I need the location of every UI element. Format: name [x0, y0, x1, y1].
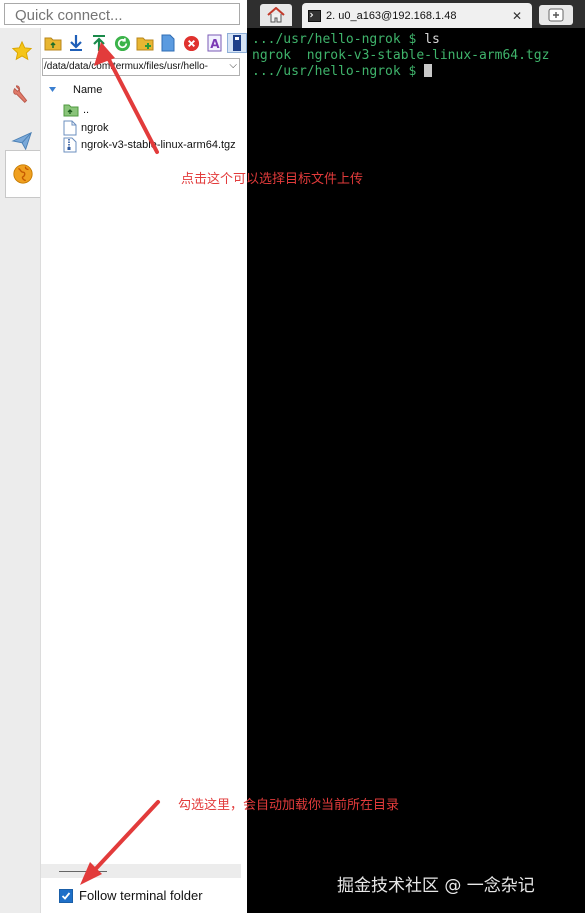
watermark: 掘金技术社区 @ 一念杂记: [337, 876, 535, 896]
tab-title: 2. u0_a163@192.168.1.48: [326, 9, 457, 22]
terminal-line: ngrok ngrok-v3-stable-linux-arm64.tgz: [252, 48, 549, 64]
sftp-toolbar: A: [41, 28, 248, 58]
follow-terminal-folder-label: Follow terminal folder: [79, 888, 203, 903]
terminal-output-text: ngrok ngrok-v3-stable-linux-arm64.tgz: [252, 48, 550, 63]
rename-button[interactable]: A: [204, 33, 224, 53]
download-button[interactable]: [66, 33, 86, 53]
file-icon: [63, 120, 77, 136]
remote-path-field[interactable]: /data/data/com.termux/files/usr/hello- ⌵: [42, 58, 240, 76]
follow-hint-annotation: 勾选这里，会自动加载你当前所在目录: [178, 798, 400, 813]
column-header-name[interactable]: Name: [49, 84, 103, 96]
remote-path-text: /data/data/com.termux/files/usr/hello-: [44, 61, 208, 72]
close-icon[interactable]: ✕: [512, 9, 522, 23]
file-row[interactable]: ngrok-v3-stable-linux-arm64.tgz: [63, 137, 236, 153]
chevron-down-icon[interactable]: ⌵: [229, 60, 237, 71]
upload-icon: [93, 35, 105, 51]
new-file-button[interactable]: [158, 33, 178, 53]
file-row[interactable]: ngrok: [63, 120, 109, 136]
delete-button[interactable]: [181, 33, 201, 53]
new-tab-button[interactable]: [539, 5, 573, 25]
paper-plane-icon: [11, 131, 32, 151]
star-icon: [11, 40, 33, 61]
sidebar-tab-tools[interactable]: [5, 74, 39, 116]
parent-folder-icon: [63, 104, 79, 117]
sftp-panel: A /data/data/com.termux/files/usr/hello-…: [40, 28, 248, 913]
rename-icon: A: [207, 34, 221, 52]
file-name: ngrok-v3-stable-linux-arm64.tgz: [81, 139, 236, 151]
file-name: ngrok: [81, 122, 109, 134]
sidebar-tab-sessions[interactable]: [5, 30, 39, 72]
terminal-icon: [233, 35, 241, 51]
terminal-command: ls: [424, 32, 440, 47]
terminal-line: .../usr/hello-ngrok $ ls: [252, 32, 440, 48]
new-file-icon: [161, 34, 175, 52]
home-tab-button[interactable]: [260, 4, 292, 26]
terminal-prompt: .../usr/hello-ngrok $: [252, 32, 425, 47]
home-icon: [267, 7, 285, 23]
quick-connect-input[interactable]: [4, 3, 240, 25]
sort-down-icon: [49, 87, 56, 92]
checkmark-icon: [59, 888, 73, 903]
open-terminal-button[interactable]: [227, 33, 247, 53]
terminal-cursor: [424, 64, 433, 77]
terminal-line: .../usr/hello-ngrok $: [252, 64, 433, 80]
globe-icon: [13, 164, 33, 184]
new-tab-icon: [548, 8, 564, 22]
file-row[interactable]: ..: [63, 102, 89, 118]
terminal-output[interactable]: .../usr/hello-ngrok $ ls ngrok ngrok-v3-…: [247, 28, 585, 913]
terminal-tab-bar: 2. u0_a163@192.168.1.48 ✕: [247, 0, 585, 28]
file-name: ..: [83, 104, 90, 116]
new-folder-button[interactable]: [135, 33, 155, 53]
sidebar-tab-sftp[interactable]: [5, 150, 40, 198]
column-header-label: Name: [73, 84, 103, 96]
tab-session-2[interactable]: 2. u0_a163@192.168.1.48 ✕: [302, 3, 532, 28]
refresh-button[interactable]: [112, 33, 132, 53]
upload-folder-button[interactable]: [43, 33, 63, 53]
svg-text:A: A: [210, 37, 220, 51]
splitter-grip: [59, 871, 107, 872]
follow-terminal-folder-checkbox[interactable]: Follow terminal folder: [59, 888, 203, 903]
new-folder-icon: [136, 37, 154, 51]
terminal-prompt: .../usr/hello-ngrok $: [252, 64, 425, 79]
archive-icon: [63, 137, 77, 153]
upload-folder-icon: [44, 37, 62, 51]
terminal-session-icon: [308, 9, 321, 22]
upload-button[interactable]: [89, 33, 109, 53]
upload-hint-annotation: 点击这个可以选择目标文件上传: [181, 172, 364, 187]
delete-icon: [183, 35, 199, 51]
tools-icon: [13, 85, 28, 103]
download-icon: [70, 35, 82, 51]
refresh-icon: [114, 35, 130, 51]
